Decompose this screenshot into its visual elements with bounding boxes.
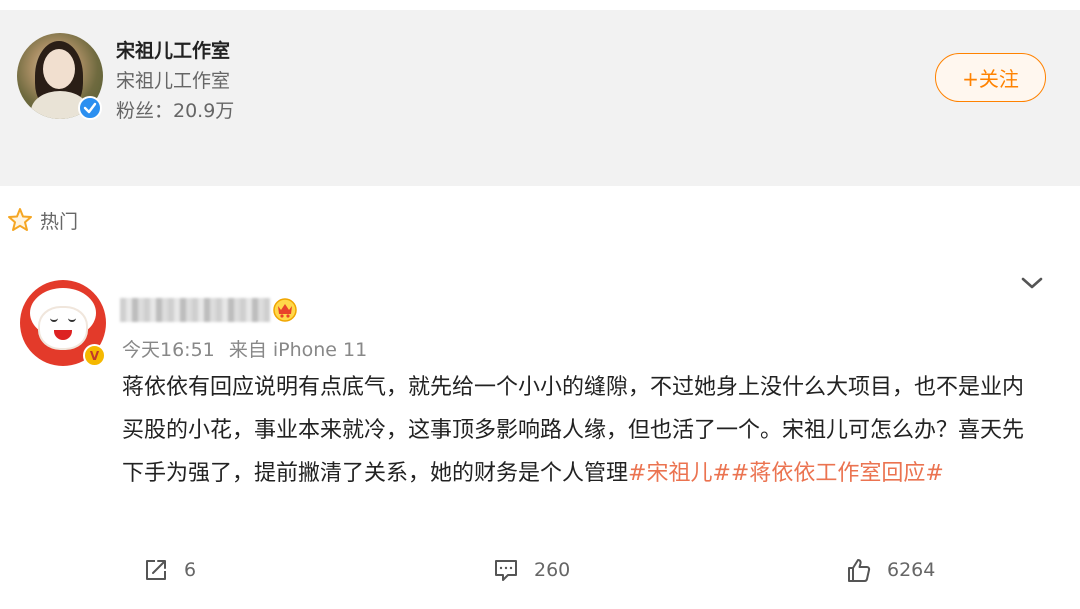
avatar-face	[38, 306, 88, 350]
like-button[interactable]: 6264	[845, 556, 935, 584]
comment-count: 260	[534, 559, 571, 581]
repost-count: 6	[184, 559, 197, 581]
top-strip	[0, 0, 1080, 10]
profile-name[interactable]: 宋祖儿工作室	[116, 36, 230, 63]
profile-subtitle: 宋祖儿工作室	[116, 70, 231, 92]
avatar-face	[43, 49, 75, 89]
thumbs-up-icon	[848, 559, 871, 582]
repost-button[interactable]: 6	[142, 556, 196, 584]
post-text: 蒋依依有回应说明有点底气，就先给一个小小的缝隙，不过她身上没什么大项目，也不是业…	[122, 366, 1042, 495]
like-count: 6264	[887, 559, 936, 581]
post-time[interactable]: 今天16:51	[122, 339, 215, 361]
verified-icon	[78, 96, 102, 120]
hashtag-link[interactable]: #蒋依依工作室回应#	[731, 461, 944, 486]
repost-icon	[146, 560, 166, 580]
comment-icon	[495, 560, 517, 581]
comment-button[interactable]: 260	[492, 556, 570, 584]
crown-badge-icon	[273, 298, 297, 322]
post-source: 来自 iPhone 11	[228, 339, 368, 361]
star-icon	[8, 208, 32, 231]
vip-badge-icon: V	[83, 344, 106, 367]
section-label: 热门	[40, 210, 79, 233]
follow-button[interactable]: +关注	[935, 53, 1046, 102]
username-blurred[interactable]	[120, 298, 270, 322]
post-actions: 6 260 6264	[0, 556, 1080, 596]
chevron-down-icon[interactable]	[1018, 272, 1046, 294]
post-meta: 今天16:51 来自 iPhone 11	[122, 335, 375, 362]
fans-count: 粉丝：20.9万	[116, 100, 235, 122]
hot-section-header: 热门	[6, 206, 78, 234]
hashtag-link[interactable]: #宋祖儿#	[628, 461, 731, 486]
